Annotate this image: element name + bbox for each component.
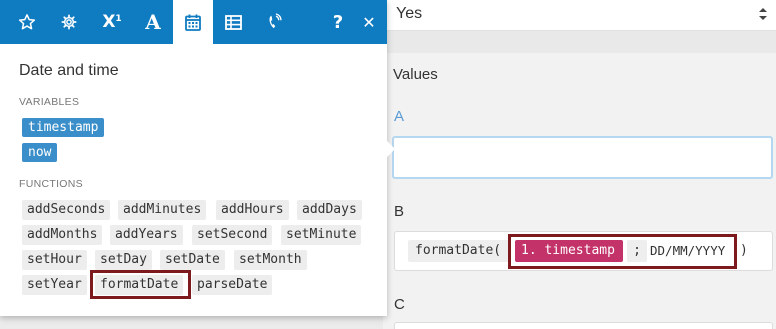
function-addDays[interactable]: addDays [297,200,362,220]
select-arrows-icon [759,8,767,20]
function-setDay[interactable]: setDay [95,250,152,270]
close-label: ✕ [362,12,376,32]
text-a-icon[interactable]: A [133,0,173,44]
function-addHours[interactable]: addHours [216,200,289,220]
formatDate-highlight-box [90,270,191,299]
popup-title: Date and time [19,62,119,79]
closing-paren: ) [740,243,748,258]
help-label: ? [332,11,344,33]
superscript-x-label: X [102,12,116,32]
star-icon[interactable] [7,0,47,44]
function-parseDate[interactable]: parseDate [192,275,273,295]
timestamp-highlight-box [508,234,737,269]
function-addSeconds[interactable]: addSeconds [22,200,111,220]
field-a-label: A [394,108,405,125]
function-setYear[interactable]: setYear [22,275,87,295]
variable-timestamp[interactable]: timestamp [22,118,105,137]
function-picker-popup: X1 A ? ✕ Date and time VARIABLES timesta… [0,0,387,316]
function-setDate[interactable]: setDate [160,250,225,270]
superscript-x-icon[interactable]: X1 [92,0,132,44]
variables-heading: VARIABLES [19,96,80,108]
variable-now[interactable]: now [22,143,58,162]
function-setMinute[interactable]: setMinute [281,225,362,245]
calendar-icon[interactable] [173,0,213,44]
section-separator [383,31,776,53]
format-date-function-pill[interactable]: formatDate( [408,240,511,262]
close-icon[interactable]: ✕ [349,0,389,44]
field-b-label: B [394,203,405,220]
functions-heading: FUNCTIONS [19,178,83,190]
field-c-input[interactable] [394,322,773,329]
values-heading: Values [393,66,438,83]
function-setHour[interactable]: setHour [22,250,87,270]
select-value: Yes [396,5,423,22]
yes-no-select[interactable]: Yes [383,0,776,31]
popup-toolbar: X1 A ? ✕ [0,0,387,44]
popup-caret [386,140,395,158]
function-setSecond[interactable]: setSecond [192,225,273,245]
function-addYears[interactable]: addYears [110,225,183,245]
superscript-one: 1 [115,14,122,24]
table-icon[interactable] [213,0,253,44]
field-a-input[interactable] [392,136,773,179]
text-a-label: A [145,10,161,34]
function-addMonths[interactable]: addMonths [22,225,103,245]
gear-icon[interactable] [49,0,89,44]
function-addMinutes[interactable]: addMinutes [118,200,207,220]
field-c-label: C [394,296,405,313]
phone-icon[interactable] [255,0,295,44]
function-setMonth[interactable]: setMonth [234,250,307,270]
